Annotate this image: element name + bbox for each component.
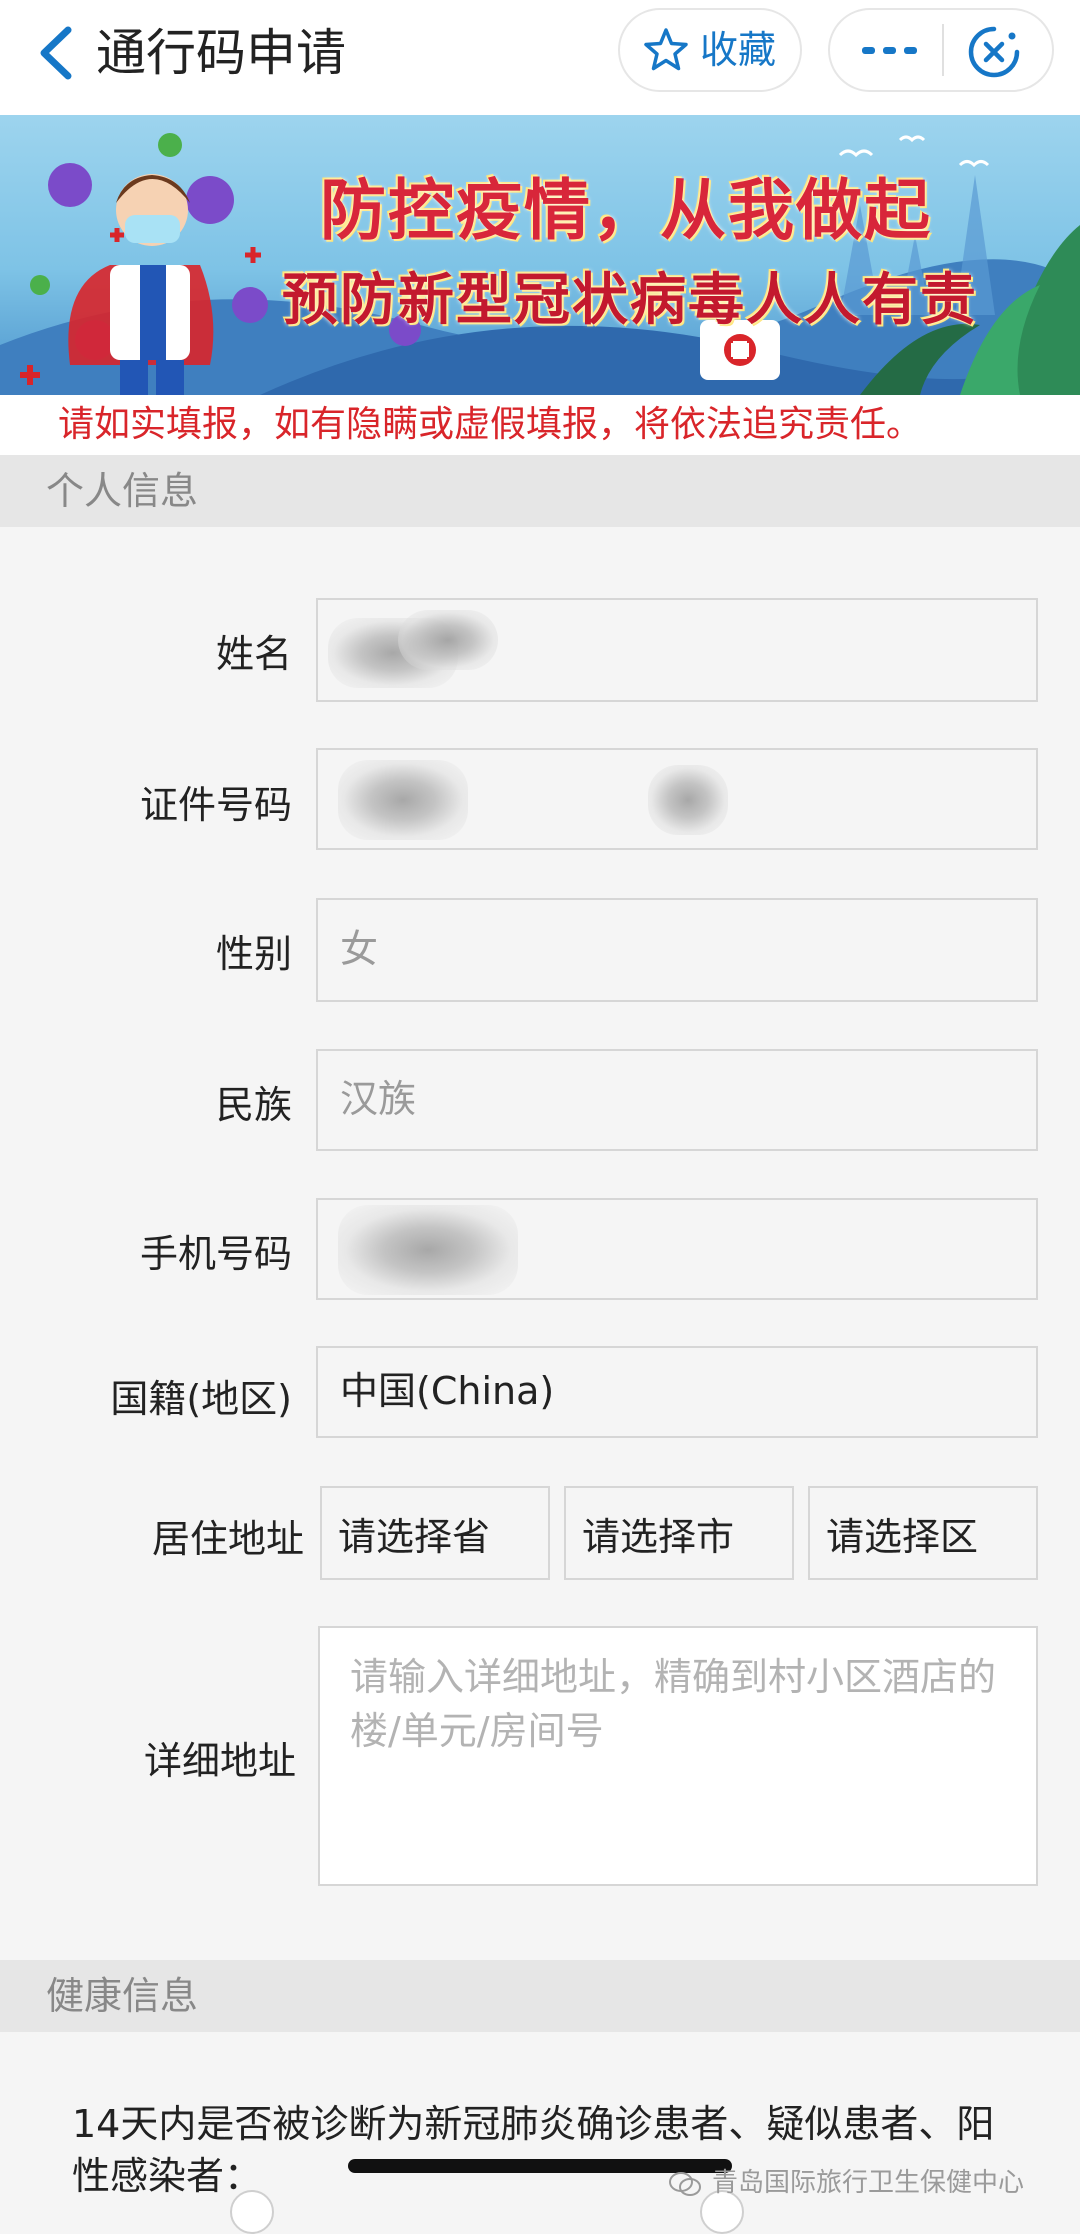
phone-label: 手机号码 xyxy=(139,1232,292,1276)
banner-headline: 防控疫情，从我做起 xyxy=(320,172,932,249)
city-select[interactable]: 请选择市 xyxy=(564,1486,794,1580)
more-dots-icon[interactable] xyxy=(860,26,920,74)
address-label: 居住地址 xyxy=(151,1517,304,1561)
close-circle-icon[interactable] xyxy=(966,24,1022,80)
watermark: 青岛国际旅行卫生保健中心 xyxy=(668,2162,1024,2199)
id-number-label: 证件号码 xyxy=(139,783,292,827)
district-select[interactable]: 请选择区 xyxy=(808,1486,1038,1580)
section-header-personal: 个人信息 xyxy=(0,455,1080,527)
wechat-icon xyxy=(669,2171,701,2196)
nationality-value: 中国(China) xyxy=(340,1369,555,1414)
ethnicity-value: 汉族 xyxy=(340,1077,417,1122)
detail-address-label: 详细地址 xyxy=(143,1739,296,1783)
detail-address-textarea[interactable]: 请输入详细地址，精确到村小区酒店的楼/单元/房间号 xyxy=(318,1626,1038,1886)
nationality-label: 国籍(地区) xyxy=(110,1377,292,1421)
province-select[interactable]: 请选择省 xyxy=(320,1486,550,1580)
redaction-blur xyxy=(338,760,468,840)
gender-label: 性别 xyxy=(215,932,292,976)
name-label: 姓名 xyxy=(215,632,292,676)
phone-field[interactable] xyxy=(316,1198,1038,1300)
ethnicity-field[interactable]: 汉族 xyxy=(316,1049,1038,1151)
gender-field[interactable]: 女 xyxy=(316,898,1038,1002)
star-icon xyxy=(644,28,688,71)
redaction-blur xyxy=(398,610,498,670)
capsule-divider xyxy=(942,24,944,76)
banner-subheadline: 预防新型冠状病毒人人有责 xyxy=(282,268,978,333)
favorite-label: 收藏 xyxy=(700,28,777,72)
back-button[interactable] xyxy=(30,18,90,88)
radio-option[interactable] xyxy=(230,2190,274,2234)
redaction-blur xyxy=(648,765,728,835)
watermark-text: 青岛国际旅行卫生保健中心 xyxy=(712,2168,1025,2198)
ethnicity-label: 民族 xyxy=(215,1083,292,1127)
name-field[interactable] xyxy=(316,598,1038,702)
chevron-left-icon xyxy=(40,26,72,80)
nav-bar: 通行码申请 收藏 xyxy=(0,0,1080,115)
gender-value: 女 xyxy=(340,927,379,972)
id-number-field[interactable] xyxy=(316,748,1038,850)
warning-notice: 请如实填报，如有隐瞒或虚假填报，将依法追究责任。 xyxy=(0,395,1080,455)
nationality-field[interactable]: 中国(China) xyxy=(316,1346,1038,1438)
capsule-menu xyxy=(828,8,1054,92)
page-title: 通行码申请 xyxy=(96,24,346,82)
section-header-health: 健康信息 xyxy=(0,1960,1080,2032)
redaction-blur xyxy=(338,1205,518,1295)
campaign-banner: 防控疫情，从我做起 预防新型冠状病毒人人有责 xyxy=(0,115,1080,395)
favorite-button[interactable]: 收藏 xyxy=(618,8,802,92)
